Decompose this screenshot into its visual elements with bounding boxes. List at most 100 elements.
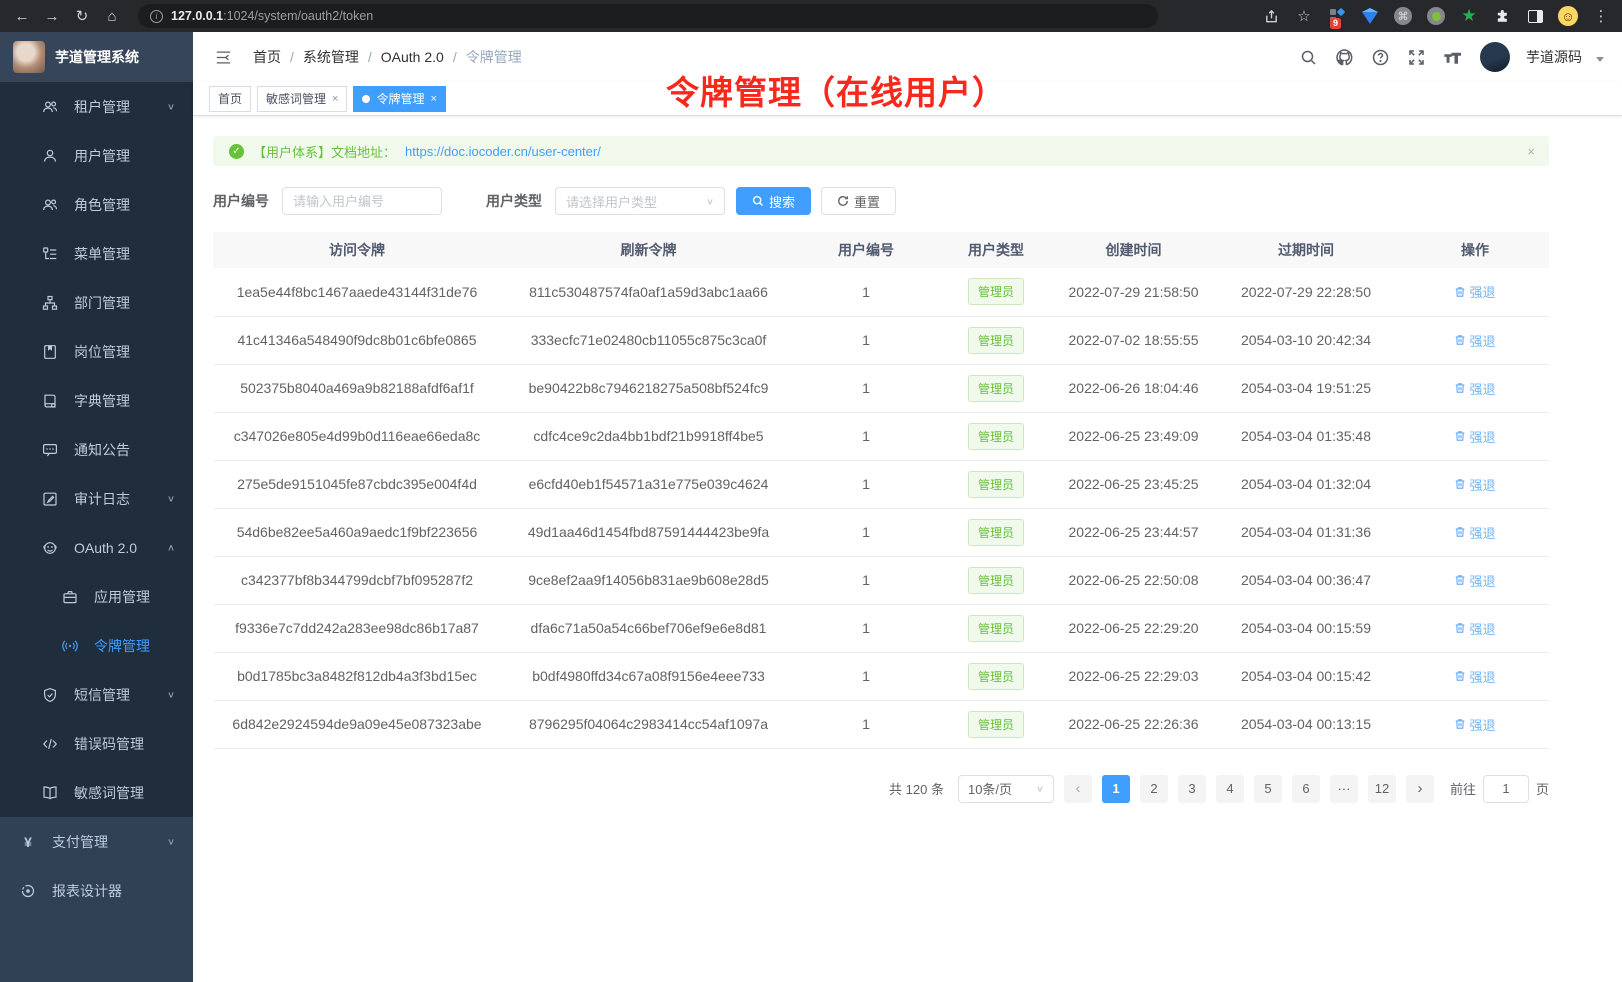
force-logout-button[interactable]: 强退 bbox=[1454, 331, 1495, 350]
sidebar-item-errcode[interactable]: 错误码管理 bbox=[0, 719, 193, 768]
user-type-select[interactable]: 请选择用户类型 ∨ bbox=[555, 187, 725, 215]
force-logout-button[interactable]: 强退 bbox=[1454, 379, 1495, 398]
back-icon[interactable]: ← bbox=[10, 4, 34, 28]
page-button-3[interactable]: 3 bbox=[1178, 775, 1206, 803]
force-logout-button[interactable]: 强退 bbox=[1454, 619, 1495, 638]
breadcrumb-item[interactable]: 首页 bbox=[253, 47, 281, 67]
force-logout-button[interactable]: 强退 bbox=[1454, 475, 1495, 494]
refresh-token-cell: dfa6c71a50a54c66bef706ef9e6e8d81 bbox=[501, 604, 796, 652]
sidebar-item-oauth2-app[interactable]: 应用管理 bbox=[0, 572, 193, 621]
force-logout-button[interactable]: 强退 bbox=[1454, 715, 1495, 734]
bookmark-star-icon[interactable]: ☆ bbox=[1293, 5, 1315, 27]
admin-badge: 管理员 bbox=[968, 278, 1024, 305]
sidebar-item-menu[interactable]: 菜单管理 bbox=[0, 229, 193, 278]
sidebar-item-label: OAuth 2.0 bbox=[74, 540, 137, 556]
tag-首页[interactable]: 首页 bbox=[209, 86, 251, 112]
sidebar-item-dept[interactable]: 部门管理 bbox=[0, 278, 193, 327]
page-button-4[interactable]: 4 bbox=[1216, 775, 1244, 803]
force-logout-button[interactable]: 强退 bbox=[1454, 571, 1495, 590]
column-header: 访问令牌 bbox=[213, 232, 501, 268]
extensions-puzzle-icon[interactable] bbox=[1491, 5, 1513, 27]
sidebar-item-notice[interactable]: 通知公告 bbox=[0, 425, 193, 474]
force-logout-button[interactable]: 强退 bbox=[1454, 667, 1495, 686]
trash-icon bbox=[1454, 430, 1466, 442]
close-icon[interactable]: × bbox=[332, 93, 338, 105]
sidebar-item-role[interactable]: 角色管理 bbox=[0, 180, 193, 229]
sidebar-item-tenant[interactable]: 租户管理∨ bbox=[0, 82, 193, 131]
sidebar-item-label: 租户管理 bbox=[74, 97, 130, 117]
user-name[interactable]: 芋道源码 bbox=[1526, 47, 1582, 67]
share-icon[interactable] bbox=[1260, 5, 1282, 27]
side-panel-icon[interactable] bbox=[1524, 5, 1546, 27]
alert-close-icon[interactable]: × bbox=[1527, 144, 1535, 159]
admin-badge: 管理员 bbox=[968, 615, 1024, 642]
page-button-12[interactable]: 12 bbox=[1368, 775, 1396, 803]
force-logout-button[interactable]: 强退 bbox=[1454, 282, 1495, 301]
force-logout-button[interactable]: 强退 bbox=[1454, 427, 1495, 446]
created-time-cell: 2022-06-25 22:26:36 bbox=[1056, 700, 1211, 748]
sidebar-item-oauth2[interactable]: OAuth 2.0 ∧ bbox=[0, 523, 193, 572]
close-icon[interactable]: × bbox=[430, 93, 436, 105]
user-type-cell: 管理员 bbox=[936, 508, 1056, 556]
tag-令牌管理[interactable]: 令牌管理× bbox=[353, 86, 445, 112]
sidebar-item-label: 支付管理 bbox=[52, 832, 108, 852]
code-icon bbox=[42, 736, 58, 752]
sidebar-item-report[interactable]: 报表设计器 bbox=[0, 866, 193, 915]
page-button-6[interactable]: 6 bbox=[1292, 775, 1320, 803]
info-icon[interactable]: i bbox=[150, 10, 163, 23]
github-icon[interactable] bbox=[1330, 43, 1358, 71]
menu-dots-icon[interactable]: ⋮ bbox=[1590, 5, 1612, 27]
user-avatar[interactable] bbox=[1480, 42, 1510, 72]
app-title: 芋道管理系统 bbox=[55, 47, 139, 67]
app-logo[interactable]: 芋道管理系统 bbox=[0, 32, 193, 82]
search-icon[interactable] bbox=[1294, 43, 1322, 71]
user-id-input[interactable] bbox=[282, 187, 442, 215]
robot-icon bbox=[42, 540, 58, 556]
address-bar[interactable]: i 127.0.0.1:1024/system/oauth2/token bbox=[138, 4, 1158, 28]
refresh-token-cell: 49d1aa46d1454fbd87591444423be9fa bbox=[501, 508, 796, 556]
search-button[interactable]: 搜索 bbox=[736, 187, 811, 215]
tag-敏感词管理[interactable]: 敏感词管理 × bbox=[257, 86, 347, 112]
caret-down-icon[interactable] bbox=[1596, 57, 1604, 62]
force-logout-button[interactable]: 强退 bbox=[1454, 523, 1495, 542]
reload-icon[interactable]: ↻ bbox=[70, 4, 94, 28]
goto-page-input[interactable] bbox=[1483, 775, 1529, 803]
page-button-1[interactable]: 1 bbox=[1102, 775, 1130, 803]
command-extension-icon[interactable]: ⌘ bbox=[1392, 5, 1414, 27]
home-icon[interactable]: ⌂ bbox=[100, 4, 124, 28]
doc-link[interactable]: https://doc.iocoder.cn/user-center/ bbox=[405, 144, 601, 159]
prev-page-button[interactable]: ‹ bbox=[1064, 775, 1092, 803]
gem-extension-icon[interactable] bbox=[1359, 5, 1381, 27]
profile-avatar[interactable]: ☺ bbox=[1557, 5, 1579, 27]
star-extension-icon[interactable]: ★ bbox=[1458, 5, 1480, 27]
sidebar-item-post[interactable]: 岗位管理 bbox=[0, 327, 193, 376]
next-page-button[interactable]: › bbox=[1406, 775, 1434, 803]
font-size-icon[interactable]: TT bbox=[1438, 43, 1466, 71]
tag-label: 敏感词管理 bbox=[266, 90, 326, 107]
sidebar-item-sms[interactable]: 短信管理∨ bbox=[0, 670, 193, 719]
extension-grid-icon[interactable]: 9 bbox=[1326, 5, 1348, 27]
help-icon[interactable] bbox=[1366, 43, 1394, 71]
chevron-up-icon: ∧ bbox=[167, 542, 175, 552]
recorder-extension-icon[interactable] bbox=[1425, 5, 1447, 27]
sidebar-item-dict[interactable]: 字典管理 bbox=[0, 376, 193, 425]
sidebar-item-user[interactable]: 用户管理 bbox=[0, 131, 193, 180]
page-size-select[interactable]: 10条/页 ∨ bbox=[958, 775, 1054, 803]
sidebar-item-oauth2-token[interactable]: 令牌管理 bbox=[0, 621, 193, 670]
page-button-2[interactable]: 2 bbox=[1140, 775, 1168, 803]
breadcrumb-item[interactable]: 系统管理 bbox=[303, 47, 359, 67]
fullscreen-icon[interactable] bbox=[1402, 43, 1430, 71]
page-unit: 页 bbox=[1536, 779, 1549, 798]
sidebar-item-audit[interactable]: 审计日志∨ bbox=[0, 474, 193, 523]
reset-button[interactable]: 重置 bbox=[821, 187, 896, 215]
page-button-5[interactable]: 5 bbox=[1254, 775, 1282, 803]
hamburger-icon[interactable] bbox=[209, 43, 237, 71]
sidebar-item-sensitive[interactable]: 敏感词管理 bbox=[0, 768, 193, 817]
table-row: 41c41346a548490f9dc8b01c6bfe0865333ecfc7… bbox=[213, 316, 1549, 364]
sidebar-item-pay[interactable]: ¥支付管理∨ bbox=[0, 817, 193, 866]
message-icon bbox=[42, 442, 58, 458]
breadcrumb-item[interactable]: OAuth 2.0 bbox=[381, 49, 444, 65]
forward-icon[interactable]: → bbox=[40, 4, 64, 28]
more-pages-button[interactable]: ··· bbox=[1330, 775, 1358, 803]
table-row: 502375b8040a469a9b82188afdf6af1fbe90422b… bbox=[213, 364, 1549, 412]
